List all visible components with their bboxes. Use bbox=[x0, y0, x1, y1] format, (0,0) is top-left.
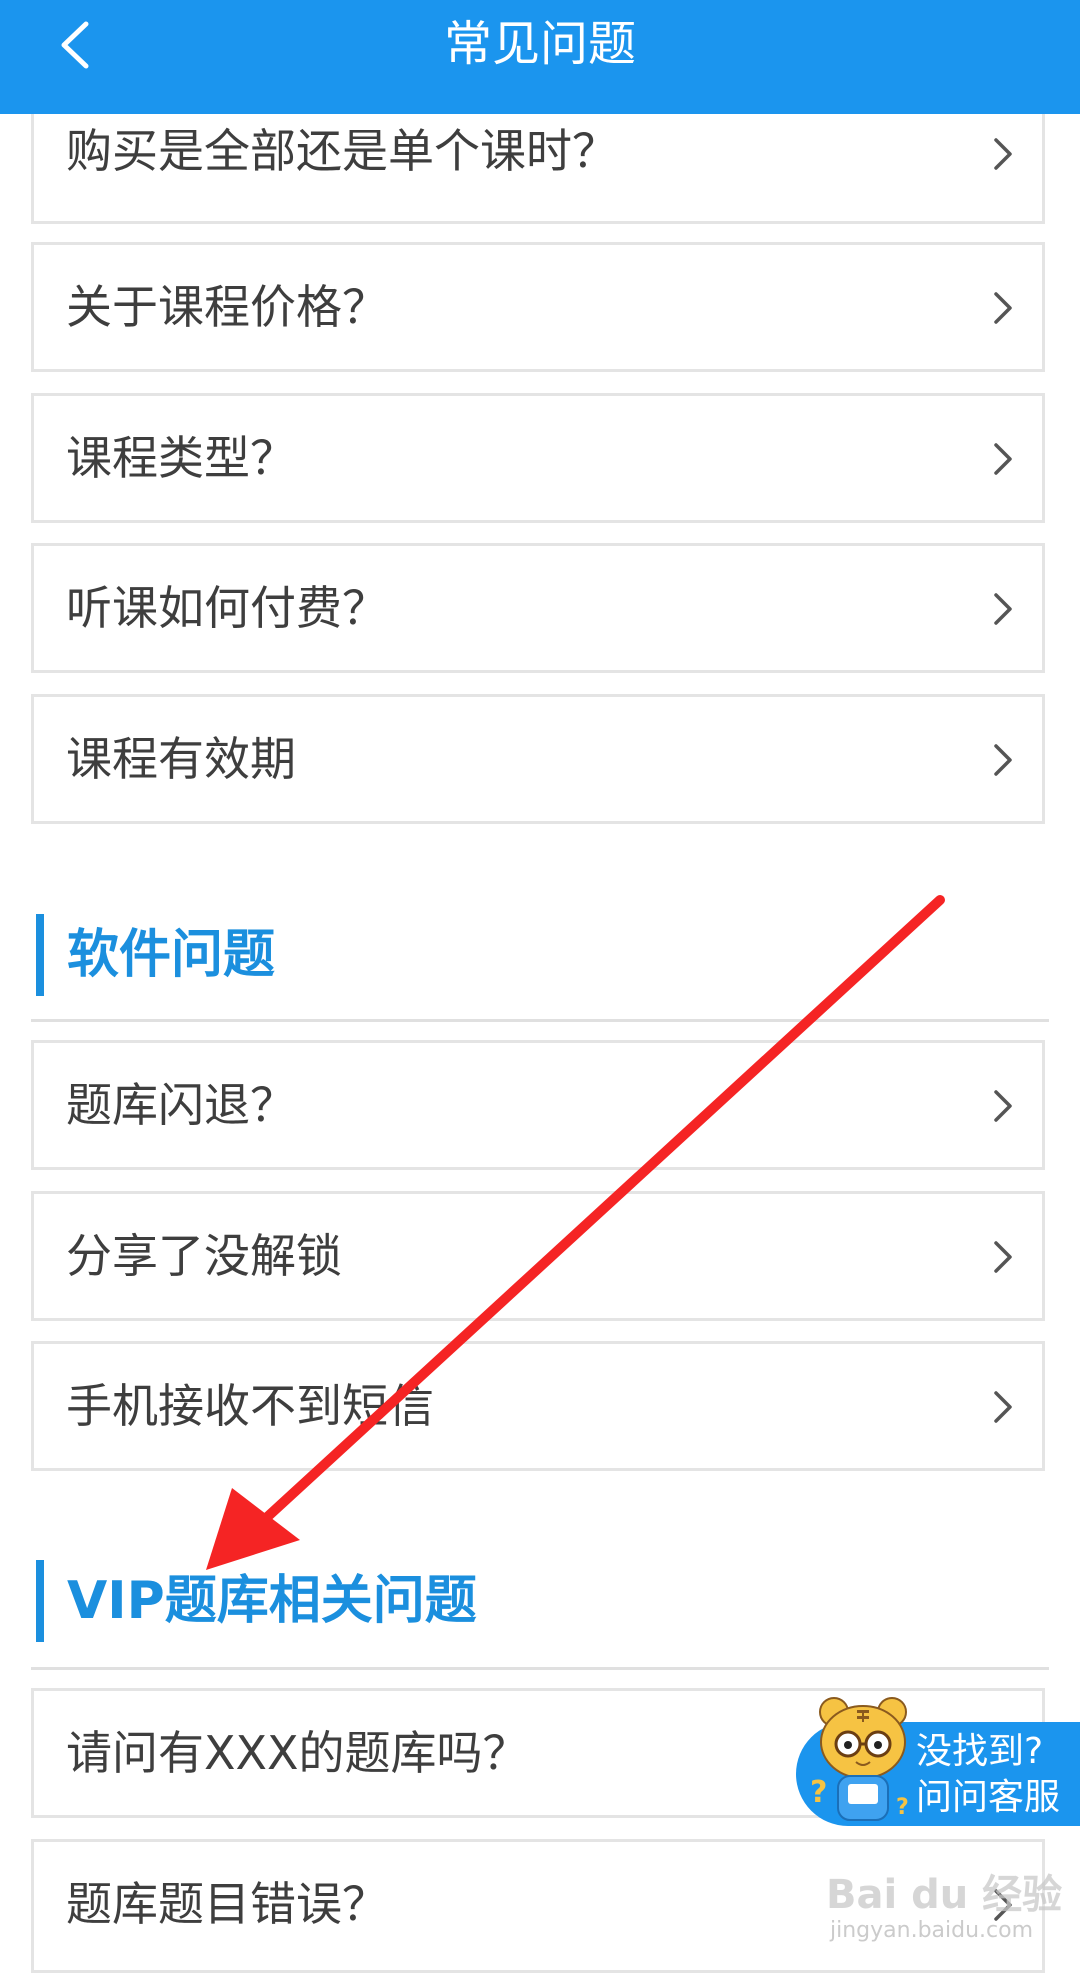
faq-item-label: 题库题目错误？ bbox=[66, 1877, 388, 1931]
customer-service-button[interactable]: ? ? 没找到? 问问客服 bbox=[796, 1690, 1080, 1830]
chevron-right-icon bbox=[994, 744, 1012, 776]
section-header-software: 软件问题 bbox=[31, 884, 1049, 996]
faq-page: 常见问题 购买是全部还是单个课时？ 关于课程价格？ 课程类型？ 听课如何付费？ … bbox=[0, 0, 1080, 1980]
section-title: 软件问题 bbox=[67, 925, 276, 985]
faq-item-label: 请问有XXX的题库吗？ bbox=[66, 1726, 529, 1780]
chevron-right-icon bbox=[994, 1241, 1012, 1273]
section-accent-bar bbox=[36, 1560, 44, 1642]
chevron-right-icon bbox=[994, 443, 1012, 475]
chevron-right-icon bbox=[994, 593, 1012, 625]
tiger-mascot-icon: ? ? bbox=[810, 1697, 909, 1821]
faq-item-validity[interactable]: 课程有效期 bbox=[31, 694, 1045, 824]
faq-item-course-price[interactable]: 关于课程价格？ bbox=[31, 242, 1045, 372]
page-title: 常见问题 bbox=[443, 16, 636, 72]
section-divider bbox=[31, 1019, 1049, 1022]
chevron-right-icon bbox=[994, 292, 1012, 324]
faq-item-label: 关于课程价格？ bbox=[66, 280, 388, 334]
faq-item-label: 分享了没解锁 bbox=[66, 1229, 342, 1283]
top-bar: 常见问题 bbox=[0, 0, 1080, 114]
faq-item-label: 手机接收不到短信 bbox=[66, 1379, 434, 1433]
faq-item-label: 题库闪退？ bbox=[66, 1078, 296, 1132]
service-line1: 没找到? bbox=[916, 1731, 1044, 1772]
chevron-right-icon bbox=[994, 138, 1012, 170]
section-title: VIP题库相关问题 bbox=[67, 1571, 477, 1631]
chevron-right-icon bbox=[994, 1391, 1012, 1423]
section-header-vip: VIP题库相关问题 bbox=[31, 1530, 1049, 1642]
svg-text:?: ? bbox=[896, 1795, 909, 1820]
faq-item-course-type[interactable]: 课程类型？ bbox=[31, 393, 1045, 523]
faq-item-label: 听课如何付费？ bbox=[66, 581, 388, 635]
chevron-right-icon bbox=[994, 1889, 1012, 1921]
faq-item-payment[interactable]: 听课如何付费？ bbox=[31, 543, 1045, 673]
faq-item-question-error[interactable]: 题库题目错误？ bbox=[31, 1839, 1045, 1973]
section-divider bbox=[31, 1667, 1049, 1670]
faq-item-label: 课程类型？ bbox=[66, 431, 296, 485]
section-accent-bar bbox=[36, 914, 44, 996]
faq-item-share-unlock[interactable]: 分享了没解锁 bbox=[31, 1191, 1045, 1321]
svg-text:?: ? bbox=[810, 1775, 827, 1810]
service-line2: 问问客服 bbox=[916, 1777, 1061, 1818]
faq-item-label: 课程有效期 bbox=[66, 732, 296, 786]
chevron-right-icon bbox=[994, 1090, 1012, 1122]
faq-item-app-crash[interactable]: 题库闪退？ bbox=[31, 1040, 1045, 1170]
faq-item-sms-not-received[interactable]: 手机接收不到短信 bbox=[31, 1341, 1045, 1471]
